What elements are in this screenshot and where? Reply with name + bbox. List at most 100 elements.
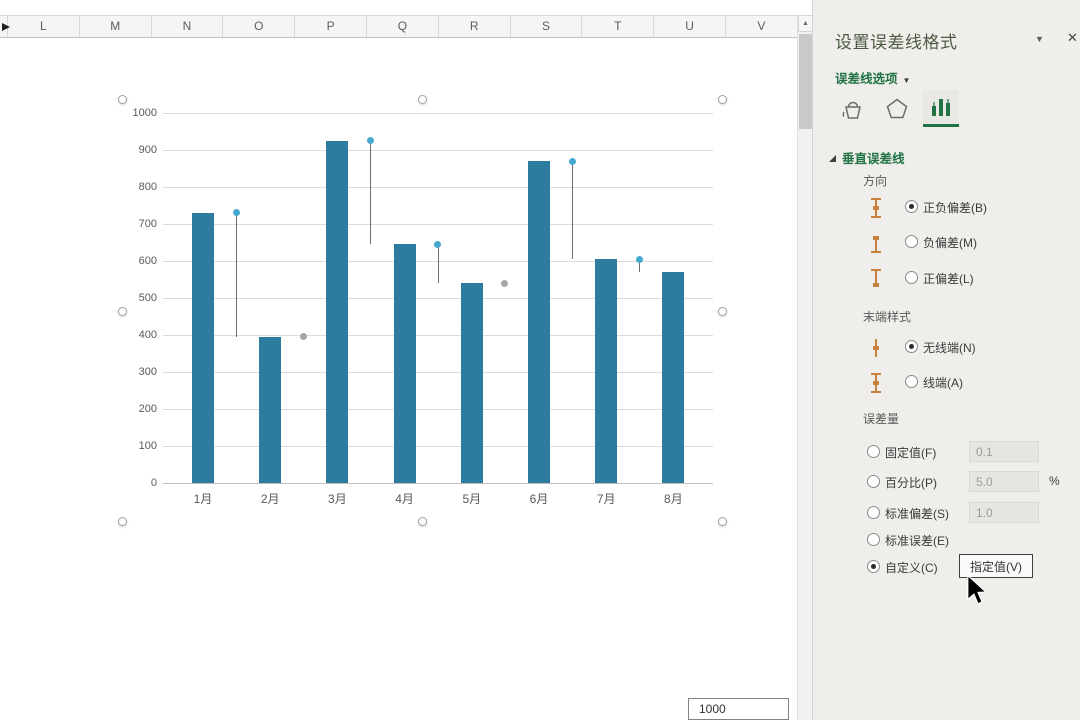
gridline xyxy=(163,113,713,114)
column-header-T[interactable]: T xyxy=(582,16,655,37)
gridline xyxy=(163,372,713,373)
cell-value: 1000 xyxy=(699,702,726,716)
both-deviation-icon xyxy=(869,197,883,219)
worksheet[interactable]: LMNOPQRSTUV 0 100 200 300 400 500 600 700 800 900… xyxy=(0,0,798,720)
radio-fixed-value[interactable] xyxy=(867,445,880,458)
option-minus-deviation[interactable]: 负偏差(M) xyxy=(813,231,1080,255)
error-bar-line[interactable] xyxy=(437,244,439,284)
radio-standard-deviation[interactable] xyxy=(867,506,880,519)
option-label[interactable]: 固定值(F) xyxy=(885,444,936,461)
scatter-point[interactable] xyxy=(366,137,374,145)
header-stub xyxy=(0,16,10,37)
option-plus-deviation[interactable]: 正偏差(L) xyxy=(813,267,1080,291)
option-label[interactable]: 标准偏差(S) xyxy=(885,505,949,522)
option-standard-error[interactable]: 标准误差(E) xyxy=(813,529,1080,553)
error-bar-options-selector[interactable]: 误差线选项 ▼ xyxy=(835,68,910,87)
column-header-L[interactable]: L xyxy=(8,16,80,37)
up-arrow-icon: ▲ xyxy=(802,20,809,27)
scatter-point[interactable] xyxy=(568,157,576,165)
option-cap[interactable]: 线端(A) xyxy=(813,371,1080,395)
column-header-P[interactable]: P xyxy=(295,16,367,37)
radio-no-cap[interactable] xyxy=(905,340,918,353)
close-icon[interactable]: ✕ xyxy=(1067,30,1078,46)
bar-2月[interactable] xyxy=(259,336,282,483)
scatter-point[interactable] xyxy=(434,240,442,248)
pane-title-dropdown-icon[interactable]: ▼ xyxy=(1035,34,1044,44)
y-axis-tick-label: 600 xyxy=(138,254,157,267)
scatter-point[interactable] xyxy=(501,279,509,287)
scrollbar-thumb[interactable] xyxy=(799,34,812,129)
option-both-deviation[interactable]: 正负偏差(B) xyxy=(813,196,1080,220)
x-axis-line xyxy=(163,483,713,484)
error-bar-options-label: 误差线选项 xyxy=(835,72,898,86)
bar-7月[interactable] xyxy=(595,259,618,483)
tab-effects[interactable] xyxy=(879,90,915,127)
option-fixed-value[interactable]: 固定值(F) xyxy=(813,441,1080,465)
direction-label: 方向 xyxy=(863,174,888,188)
radio-custom[interactable] xyxy=(867,560,880,573)
option-label[interactable]: 正偏差(L) xyxy=(923,270,974,287)
cap-icon xyxy=(869,372,883,394)
option-no-cap[interactable]: 无线端(N) xyxy=(813,336,1080,360)
minus-deviation-icon xyxy=(869,232,883,254)
column-header-O[interactable]: O xyxy=(223,16,296,37)
option-label[interactable]: 无线端(N) xyxy=(923,339,976,356)
floating-cell[interactable]: 1000 xyxy=(688,698,789,720)
column-header-S[interactable]: S xyxy=(511,16,583,37)
fixed-value-input[interactable] xyxy=(969,441,1039,462)
column-header-U[interactable]: U xyxy=(654,16,726,37)
vertical-scrollbar[interactable]: ▲ xyxy=(797,15,813,720)
radio-standard-error[interactable] xyxy=(867,533,880,546)
bar-6月[interactable] xyxy=(528,161,550,483)
option-label[interactable]: 负偏差(M) xyxy=(923,234,977,251)
option-label[interactable]: 自定义(C) xyxy=(885,559,938,576)
column-header-R[interactable]: R xyxy=(439,16,511,37)
column-header-M[interactable]: M xyxy=(80,16,152,37)
bar-1月[interactable] xyxy=(192,212,214,483)
option-label[interactable]: 正负偏差(B) xyxy=(923,199,987,216)
option-label[interactable]: 标准误差(E) xyxy=(885,532,949,549)
chart-object[interactable]: 0 100 200 300 400 500 600 700 800 900 1000 1月 2月 3月 4月… xyxy=(118,95,727,526)
y-axis-tick-label: 300 xyxy=(138,365,157,378)
radio-both-deviation[interactable] xyxy=(905,200,918,213)
radio-minus-deviation[interactable] xyxy=(905,235,918,248)
scatter-point[interactable] xyxy=(635,255,643,263)
option-label[interactable]: 线端(A) xyxy=(923,374,963,391)
tab-error-bar-chart-options[interactable] xyxy=(923,90,959,127)
option-label[interactable]: 百分比(P) xyxy=(885,474,937,491)
scatter-point[interactable] xyxy=(299,333,307,341)
y-axis-tick-label: 500 xyxy=(138,291,157,304)
column-header-Q[interactable]: Q xyxy=(367,16,439,37)
option-custom[interactable]: 自定义(C) 指定值(V) xyxy=(813,554,1080,580)
radio-cap[interactable] xyxy=(905,375,918,388)
percentage-input[interactable] xyxy=(969,471,1039,492)
hidden-columns-marker-icon xyxy=(2,23,10,31)
bar-4月[interactable] xyxy=(393,244,416,483)
bar-3月[interactable] xyxy=(326,140,349,483)
gridline xyxy=(163,298,713,299)
bar-5月[interactable] xyxy=(460,283,483,483)
option-percentage[interactable]: 百分比(P) % xyxy=(813,471,1080,495)
vertical-error-bar-group[interactable]: 垂直误差线 xyxy=(829,148,905,167)
error-bar-line[interactable] xyxy=(236,212,237,337)
end-style-label: 末端样式 xyxy=(863,310,912,324)
x-axis-label-7月: 7月 xyxy=(596,492,616,506)
x-axis-label-2月: 2月 xyxy=(260,492,280,506)
option-standard-deviation[interactable]: 标准偏差(S) xyxy=(813,502,1080,526)
radio-plus-deviation[interactable] xyxy=(905,271,918,284)
column-header-N[interactable]: N xyxy=(152,16,224,37)
scroll-up-button[interactable]: ▲ xyxy=(798,15,813,32)
bar-8月[interactable] xyxy=(662,272,685,483)
x-axis-label-6月: 6月 xyxy=(529,492,549,506)
standard-deviation-input[interactable] xyxy=(969,502,1039,523)
error-bar-line[interactable] xyxy=(572,161,573,260)
radio-percentage[interactable] xyxy=(867,475,880,488)
bar-chart-icon xyxy=(932,99,950,116)
pane-tabs xyxy=(835,90,959,127)
x-axis-label-5月: 5月 xyxy=(462,492,482,506)
tab-fill-line[interactable] xyxy=(835,90,871,127)
gridline xyxy=(163,446,713,447)
scatter-point[interactable] xyxy=(232,209,240,217)
error-bar-line[interactable] xyxy=(370,140,372,245)
column-header-V[interactable]: V xyxy=(726,16,798,37)
